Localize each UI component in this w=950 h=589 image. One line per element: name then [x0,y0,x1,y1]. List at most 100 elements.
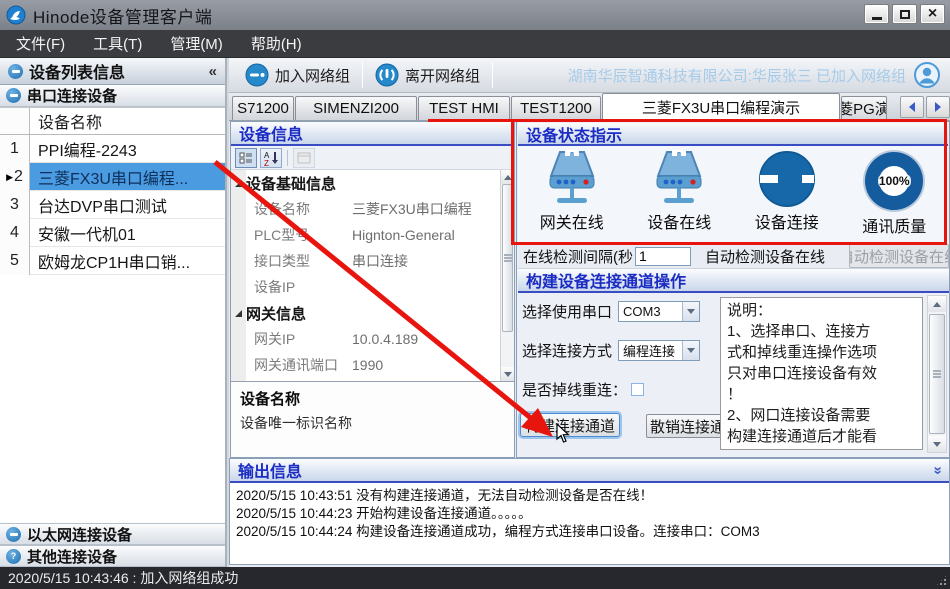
scrollbar-thumb[interactable] [929,314,945,434]
toolbar-separator [362,62,363,88]
tab-mitsubishi-fx3u-active[interactable]: 三菱FX3U串口编程演示 [602,93,840,120]
property-grid-scrollbar[interactable] [500,170,514,381]
scroll-up-icon[interactable] [928,296,946,312]
section-ethernet-devices[interactable]: 以太网连接设备 [0,523,225,545]
device-list-icon [8,64,23,79]
toolbar-separator [492,62,493,88]
tab-scroll-left-icon [909,102,915,112]
tab-test-hmi[interactable]: TEST HMI [418,96,510,120]
channel-group-header: 构建设备连接通道操作 [518,269,949,293]
menu-tools[interactable]: 工具(T) [93,33,142,54]
resize-grip[interactable] [935,574,948,587]
categorized-icon [239,151,253,165]
gateway-online-icon [540,150,604,208]
table-row[interactable]: 1 PPI编程-2243 [0,135,225,163]
device-name-cell[interactable]: 三菱FX3U串口编程... [30,163,225,191]
tab-scroll-left-button[interactable] [900,96,924,118]
scrollbar-thumb[interactable] [502,184,513,332]
category-gateway-info[interactable]: 网关信息 [231,300,500,326]
scroll-down-icon[interactable] [928,436,946,452]
table-row[interactable]: 5 欧姆龙CP1H串口销... [0,247,225,275]
categorized-view-button[interactable] [235,148,257,168]
device-tab-bar: S71200 SIMENZI200 TEST HMI TEST1200 三菱FX… [229,93,950,121]
category-description-info[interactable]: 设备描述信息 [231,378,500,381]
join-network-button[interactable]: 加入网络组 [235,60,360,90]
property-description-pane: 设备名称 设备唯一标识名称 [231,381,514,457]
row-number: 3 [0,191,30,219]
device-name-cell[interactable]: 安徽一代机01 [30,219,225,247]
device-online-icon [647,150,711,208]
row-number: 1 [0,135,30,163]
chevron-down-icon[interactable] [682,341,699,360]
reconnect-checkbox[interactable] [631,383,644,396]
scroll-down-icon[interactable] [501,367,514,381]
section-serial-devices[interactable]: 串口连接设备 [0,85,225,107]
table-row[interactable]: 4 安徽一代机01 [0,219,225,247]
output-panel: 输出信息 « 2020/5/15 10:43:51 没有构建连接通道，无法自动检… [229,458,950,565]
sidebar-header: 设备列表信息 « [0,58,225,85]
section-other-devices[interactable]: ? 其他连接设备 [0,545,225,567]
table-row-selected[interactable]: ▶2 三菱FX3U串口编程... [0,163,225,191]
tab-scroll-right-button[interactable] [926,96,950,118]
sidebar-collapse-icon[interactable]: « [209,63,217,80]
menu-manage[interactable]: 管理(M) [170,33,223,54]
minimize-button[interactable] [864,4,889,24]
alphabetical-sort-button[interactable]: AZ [260,148,282,168]
build-channel-button[interactable]: 构建连接通道 [520,413,620,437]
section-other-label: 其他连接设备 [27,546,117,567]
collapse-output-icon[interactable]: « [928,466,945,474]
auto-detect-button[interactable]: 自动检测设备在线 [849,244,949,268]
interval-input[interactable] [635,247,691,266]
device-table-header: 设备名称 [0,108,225,135]
scroll-up-icon[interactable] [501,170,514,184]
panel-scrollbar[interactable] [927,295,947,453]
serial-port-select[interactable]: COM3 [618,301,700,322]
online-detect-row: 在线检测间隔(秒 自动检测设备在线 自动检测设备在线 [518,244,949,269]
device-list-sidebar: 设备列表信息 « 串口连接设备 设备名称 1 PPI编程-2243 ▶2 三菱F… [0,58,227,567]
menu-help[interactable]: 帮助(H) [251,33,302,54]
gateway-online-indicator: 网关在线 [522,150,622,233]
az-sort-icon: AZ [263,150,279,166]
quality-ring-icon: 100% [863,150,925,212]
table-row[interactable]: 3 台达DVP串口测试 [0,191,225,219]
maximize-button[interactable] [892,4,917,24]
device-name-cell[interactable]: PPI编程-2243 [30,135,225,163]
selected-property-description: 设备唯一标识名称 [240,413,505,433]
status-group-header: 设备状态指示 [518,123,948,146]
user-avatar-icon[interactable] [914,62,940,88]
output-log-list[interactable]: 2020/5/15 10:43:51 没有构建连接通道，无法自动检测设备是否在线… [230,483,949,564]
sidebar-title: 设备列表信息 [29,59,125,83]
property-row[interactable]: 设备名称 三菱FX3U串口编程 [231,196,500,222]
selected-property-name: 设备名称 [240,388,505,409]
other-device-icon: ? [6,549,21,564]
row-number: 4 [0,219,30,247]
property-row[interactable]: 设备IP [231,274,500,300]
tab-test1200[interactable]: TEST1200 [511,96,601,120]
comm-quality-indicator: 100% 通讯质量 [844,150,944,237]
tab-mitsubishi-pg[interactable]: 三菱PG演示 [841,96,887,120]
tab-simenzi200[interactable]: SIMENZI200 [295,96,417,120]
close-button[interactable]: × [920,4,945,24]
device-name-cell[interactable]: 台达DVP串口测试 [30,191,225,219]
connect-mode-select[interactable]: 编程连接 [618,340,700,361]
menu-file[interactable]: 文件(F) [16,33,65,54]
log-line: 2020/5/15 10:44:24 构建设备连接通道成功，编程方式连接串口设备… [236,523,943,541]
menu-bar: 文件(F) 工具(T) 管理(M) 帮助(H) [0,30,950,58]
property-row[interactable]: 接口类型 串口连接 [231,248,500,274]
channel-operation-body: 选择使用串口 COM3 选择连接方式 编程连接 是否掉线重连： 构建连接通道 散… [518,293,949,456]
chevron-down-icon[interactable] [682,302,699,321]
tab-s71200[interactable]: S71200 [232,96,294,120]
category-basic-info[interactable]: 设备基础信息 [231,170,500,196]
property-row[interactable]: 网关IP 10.0.4.189 [231,326,500,352]
property-row[interactable]: PLC型号 Hignton-General [231,222,500,248]
serial-device-icon [6,88,21,103]
device-connect-indicator: 设备连接 [737,150,837,233]
device-status-group: 设备状态指示 网关在线 [518,123,948,243]
leave-network-icon [375,63,399,87]
device-operation-panel: 设备状态指示 网关在线 [516,121,950,458]
status-bar: 2020/5/15 10:43:46 : 加入网络组成功 [0,567,950,589]
device-name-cell[interactable]: 欧姆龙CP1H串口销... [30,247,225,275]
property-row[interactable]: 网关通讯端口 1990 [231,352,500,378]
leave-network-button[interactable]: 离开网络组 [365,60,490,90]
row-number: 5 [0,247,30,275]
